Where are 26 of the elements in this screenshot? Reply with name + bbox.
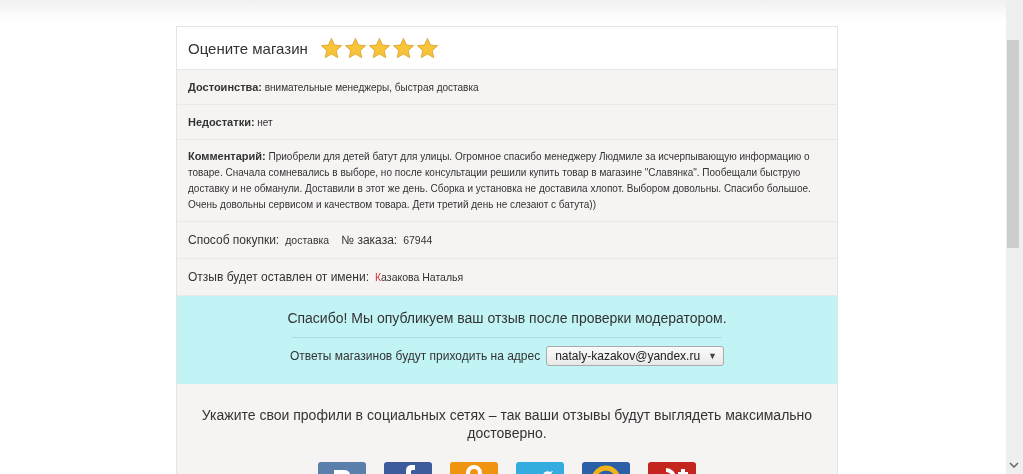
thank-you-message: Спасибо! Мы опубликуем ваш отзыв после проверки модератором. xyxy=(287,310,727,326)
chevron-down-icon[interactable] xyxy=(1009,462,1019,468)
rating-title: Оцените магазин xyxy=(188,39,308,57)
comment-text: Комментарий: Приобрели для детей батут для улицы. Огромное спасибо менеджеру Людмиле за исчерпывающую информацию о товаре. Сначала сомневались в выборе, но после консультации решили купить товар в магазине "Славянка". Пообещали быструю доставку и не обманули. Доставили в этот же день. Сборка и установка не доставила хлопот. Выбором довольны. Спасибо большое. Очень довольны сервисом и качеством товара. Дети третий день не слезают с батута)) xyxy=(188,149,812,212)
order-number-value: 67944 xyxy=(403,234,433,246)
mailru-logo xyxy=(591,465,621,474)
email-label: Ответы магазинов будут приходить на адрес xyxy=(289,349,541,363)
star-icon[interactable] xyxy=(343,36,367,60)
vk-logo xyxy=(334,470,351,474)
star-icon[interactable] xyxy=(415,36,439,60)
social-prompt: Укажите свои профили в социальных сетях – так ваши отзывы будут выглядеть максимально достоверно. xyxy=(200,406,814,442)
star-icon[interactable] xyxy=(391,36,415,60)
author-label: Отзыв будет оставлен от имени: xyxy=(188,270,369,284)
pros-text: Достоинства: внимательные менеджеры, быстрая доставка xyxy=(188,81,479,93)
email-dropdown[interactable]: nataly-kazakov@yandex.ru ▼ xyxy=(546,346,725,366)
star-rating[interactable] xyxy=(319,36,439,60)
purchase-method-value: доставка xyxy=(285,234,330,246)
cons-text: Недостатки: нет xyxy=(188,116,273,128)
author-name: Казакова Наталья xyxy=(374,271,464,283)
scrollbar[interactable] xyxy=(1006,0,1023,474)
purchase-method-label: Способ покупки: xyxy=(188,233,280,247)
odnoklassniki-logo xyxy=(466,465,482,474)
order-number-label: № заказа: xyxy=(341,233,398,247)
star-icon[interactable] xyxy=(319,36,343,60)
facebook-logo xyxy=(403,465,415,474)
star-icon[interactable] xyxy=(367,36,391,60)
